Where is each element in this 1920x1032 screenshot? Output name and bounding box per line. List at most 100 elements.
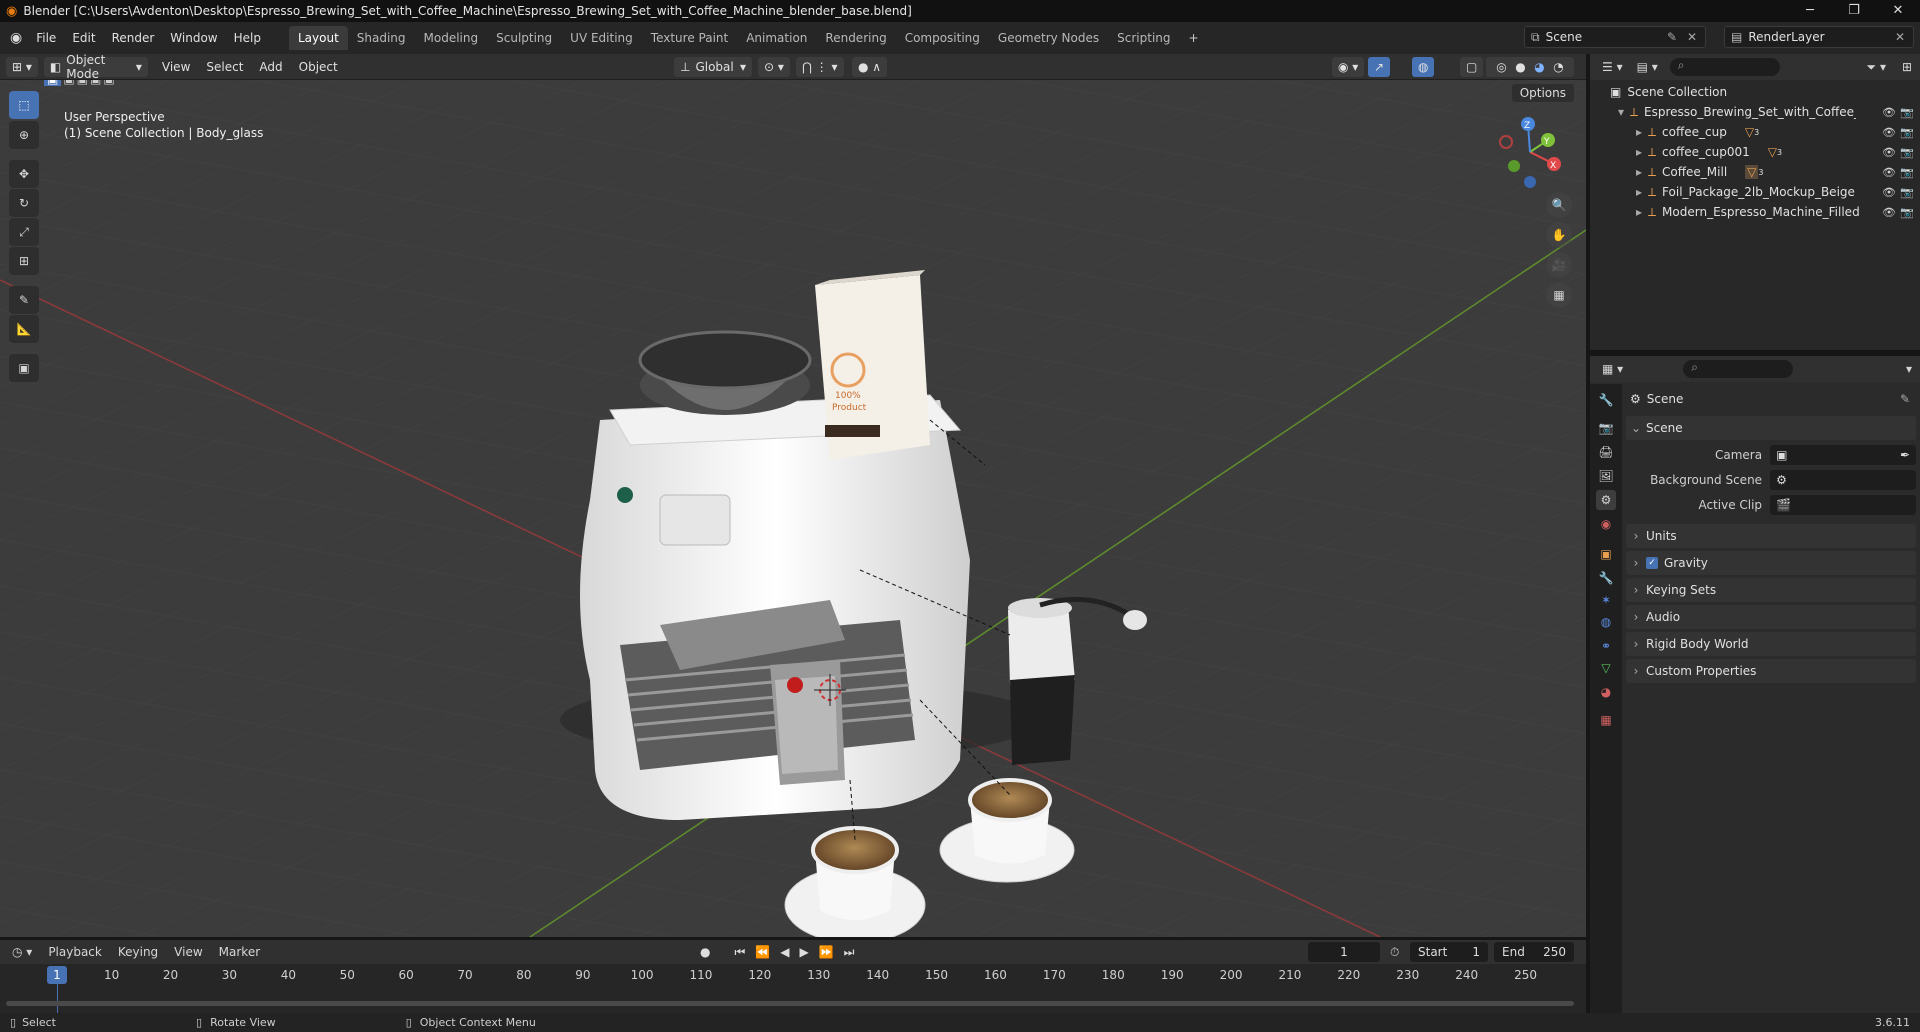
view-layer-tab-icon[interactable]: 🖼 [1596, 466, 1616, 486]
render-camera-icon[interactable]: 📷 [1900, 126, 1914, 139]
jump-end-icon[interactable]: ⏭ [844, 945, 855, 960]
tab-animation[interactable]: Animation [737, 26, 816, 50]
move-tool[interactable]: ✥ [9, 160, 39, 188]
perspective-toggle-button[interactable]: ▦ [1546, 282, 1572, 308]
editor-type-button[interactable]: ⊞ ▾ [6, 56, 38, 77]
playhead[interactable]: 1 [47, 966, 67, 984]
pan-button[interactable]: ✋ [1546, 222, 1572, 248]
outliner-item[interactable]: ▸ ⟂ Coffee_Mill ▽ 3 👁 📷 [1590, 162, 1920, 182]
panel-rigid-body-world[interactable]: › Rigid Body World [1626, 632, 1916, 656]
menu-timeline-view[interactable]: View [174, 945, 202, 959]
particles-tab-icon[interactable]: ✶ [1596, 590, 1616, 610]
visibility-eye-icon[interactable]: 👁 [1882, 206, 1896, 219]
properties-editor-icon[interactable]: ▦ ▾ [1602, 362, 1623, 376]
filter-icon[interactable]: ⏷ ▾ [1867, 60, 1886, 75]
end-frame-field[interactable]: End 250 [1494, 942, 1574, 962]
expand-icon[interactable]: ▸ [1636, 185, 1642, 199]
tab-shading[interactable]: Shading [348, 26, 415, 50]
render-camera-icon[interactable]: 📷 [1900, 166, 1914, 179]
constraints-tab-icon[interactable]: ⚭ [1596, 636, 1616, 656]
gizmo-toggle[interactable]: ↗ [1368, 56, 1391, 77]
solid-shading-icon[interactable]: ● [1515, 60, 1525, 74]
menu-marker[interactable]: Marker [219, 945, 260, 959]
panel-keying-sets[interactable]: › Keying Sets [1626, 578, 1916, 602]
next-keyframe-icon[interactable]: ⏩ [819, 945, 834, 960]
wireframe-shading-icon[interactable]: ◎ [1496, 60, 1506, 74]
visibility-eye-icon[interactable]: 👁 [1882, 126, 1896, 139]
timeline-scrollbar[interactable] [6, 1001, 1574, 1006]
intersect-selection-icon[interactable]: ▣ [103, 80, 114, 86]
add-workspace-button[interactable]: + [1180, 26, 1208, 50]
close-layer-icon[interactable]: ✕ [1895, 30, 1905, 44]
outliner-item[interactable]: ▸ ⟂ coffee_cup001 ▽ 3 👁 📷 [1590, 142, 1920, 162]
overlays-toggle[interactable]: ◍ [1412, 56, 1435, 77]
material-tab-icon[interactable]: ◕ [1596, 682, 1616, 702]
menu-playback[interactable]: Playback [48, 945, 102, 959]
record-icon[interactable]: ● [700, 945, 710, 960]
visibility-eye-icon[interactable]: 👁 [1882, 166, 1896, 179]
render-camera-icon[interactable]: 📷 [1900, 186, 1914, 199]
outliner-editor-icon[interactable]: ☰ ▾ [1602, 60, 1623, 74]
tab-rendering[interactable]: Rendering [816, 26, 895, 50]
tab-uv-editing[interactable]: UV Editing [561, 26, 642, 50]
background-scene-field[interactable]: ⚙ [1770, 470, 1916, 490]
visibility-eye-icon[interactable]: 👁 [1882, 146, 1896, 159]
outliner-item[interactable]: ▸ ⟂ coffee_cup ▽ 3 👁 📷 [1590, 122, 1920, 142]
panel-units[interactable]: › Units [1626, 524, 1916, 548]
menu-render[interactable]: Render [104, 31, 163, 45]
panel-custom-properties[interactable]: › Custom Properties [1626, 659, 1916, 683]
menu-select[interactable]: Select [198, 60, 251, 74]
timeline-editor-icon[interactable]: ◷ ▾ [12, 945, 32, 959]
timeline[interactable]: 10 20 30 40 50 60 70 80 90 100 110 120 130 140 150 160 1… [0, 964, 1586, 1013]
3d-viewport[interactable]: 100% Product ⬚ ⊕ ✥ ↻ ⤢ ⊞ ✎ 📐 ▣ User Pers… [0, 80, 1586, 937]
close-scene-icon[interactable]: ✕ [1687, 30, 1697, 44]
expand-icon[interactable]: ▸ [1636, 145, 1642, 159]
extend-selection-icon[interactable]: ▣ [63, 80, 74, 86]
visibility-eye-icon[interactable]: 👁 [1882, 186, 1896, 199]
scene-tab-icon[interactable]: ⚙ [1596, 490, 1616, 510]
start-frame-field[interactable]: Start 1 [1410, 942, 1488, 962]
play-reverse-icon[interactable]: ◀ [780, 945, 789, 960]
close-button[interactable]: ✕ [1876, 0, 1920, 22]
snap-toggle[interactable]: ⋂ ⋮ ▾ [796, 56, 844, 77]
prev-keyframe-icon[interactable]: ⏪ [755, 945, 770, 960]
expand-icon[interactable]: ▸ [1636, 165, 1642, 179]
expand-icon[interactable]: ▸ [1636, 125, 1642, 139]
tab-compositing[interactable]: Compositing [896, 26, 989, 50]
menu-edit[interactable]: Edit [64, 31, 103, 45]
invert-selection-icon[interactable]: ▣ [90, 80, 101, 86]
tab-scripting[interactable]: Scripting [1108, 26, 1179, 50]
zoom-button[interactable]: 🔍 [1546, 192, 1572, 218]
tab-modeling[interactable]: Modeling [415, 26, 488, 50]
render-camera-icon[interactable]: 📷 [1900, 146, 1914, 159]
subtract-selection-icon[interactable]: ▣ [77, 80, 88, 86]
scene-selector[interactable]: ⧉ Scene ✎ ✕ [1524, 26, 1706, 48]
menu-file[interactable]: File [28, 31, 64, 45]
texture-tab-icon[interactable]: ▦ [1596, 710, 1616, 730]
outliner-item[interactable]: ▸ ⟂ Modern_Espresso_Machine_Filled 👁 📷 [1590, 202, 1920, 222]
camera-view-button[interactable]: 🎥 [1546, 252, 1572, 278]
proportional-edit-toggle[interactable]: ● ∧ [852, 56, 888, 77]
modifier-tab-icon[interactable]: 🔧 [1596, 568, 1616, 588]
set-selection-icon[interactable]: ▣ [44, 80, 62, 86]
select-box-tool[interactable]: ⬚ [9, 91, 39, 119]
cursor-tool[interactable]: ⊕ [9, 121, 39, 149]
properties-search-input[interactable]: ⌕ [1683, 360, 1794, 378]
minimize-button[interactable]: ─ [1788, 0, 1832, 22]
annotate-tool[interactable]: ✎ [9, 286, 39, 314]
camera-field[interactable]: ▣ ✒ [1770, 445, 1916, 465]
panel-scene[interactable]: ⌄ Scene [1626, 416, 1916, 440]
pivot-dropdown[interactable]: ⊙ ▾ [758, 56, 790, 77]
stopwatch-icon[interactable]: ⏱ [1390, 945, 1399, 960]
current-frame-field[interactable]: 1 [1308, 942, 1380, 962]
menu-help[interactable]: Help [226, 31, 269, 45]
material-shading-icon[interactable]: ◕ [1534, 60, 1544, 74]
mode-dropdown[interactable]: ◧ Object Mode ▾ [43, 53, 148, 81]
add-cube-tool[interactable]: ▣ [9, 354, 39, 382]
display-mode-icon[interactable]: ▤ ▾ [1637, 60, 1658, 74]
pin-icon[interactable]: ✎ [1900, 392, 1910, 406]
data-tab-icon[interactable]: ▽ [1596, 658, 1616, 678]
play-icon[interactable]: ▶ [799, 945, 808, 960]
expand-icon[interactable]: ▸ [1636, 205, 1642, 219]
view-layer-selector[interactable]: ▤ RenderLayer ✕ [1724, 26, 1914, 48]
